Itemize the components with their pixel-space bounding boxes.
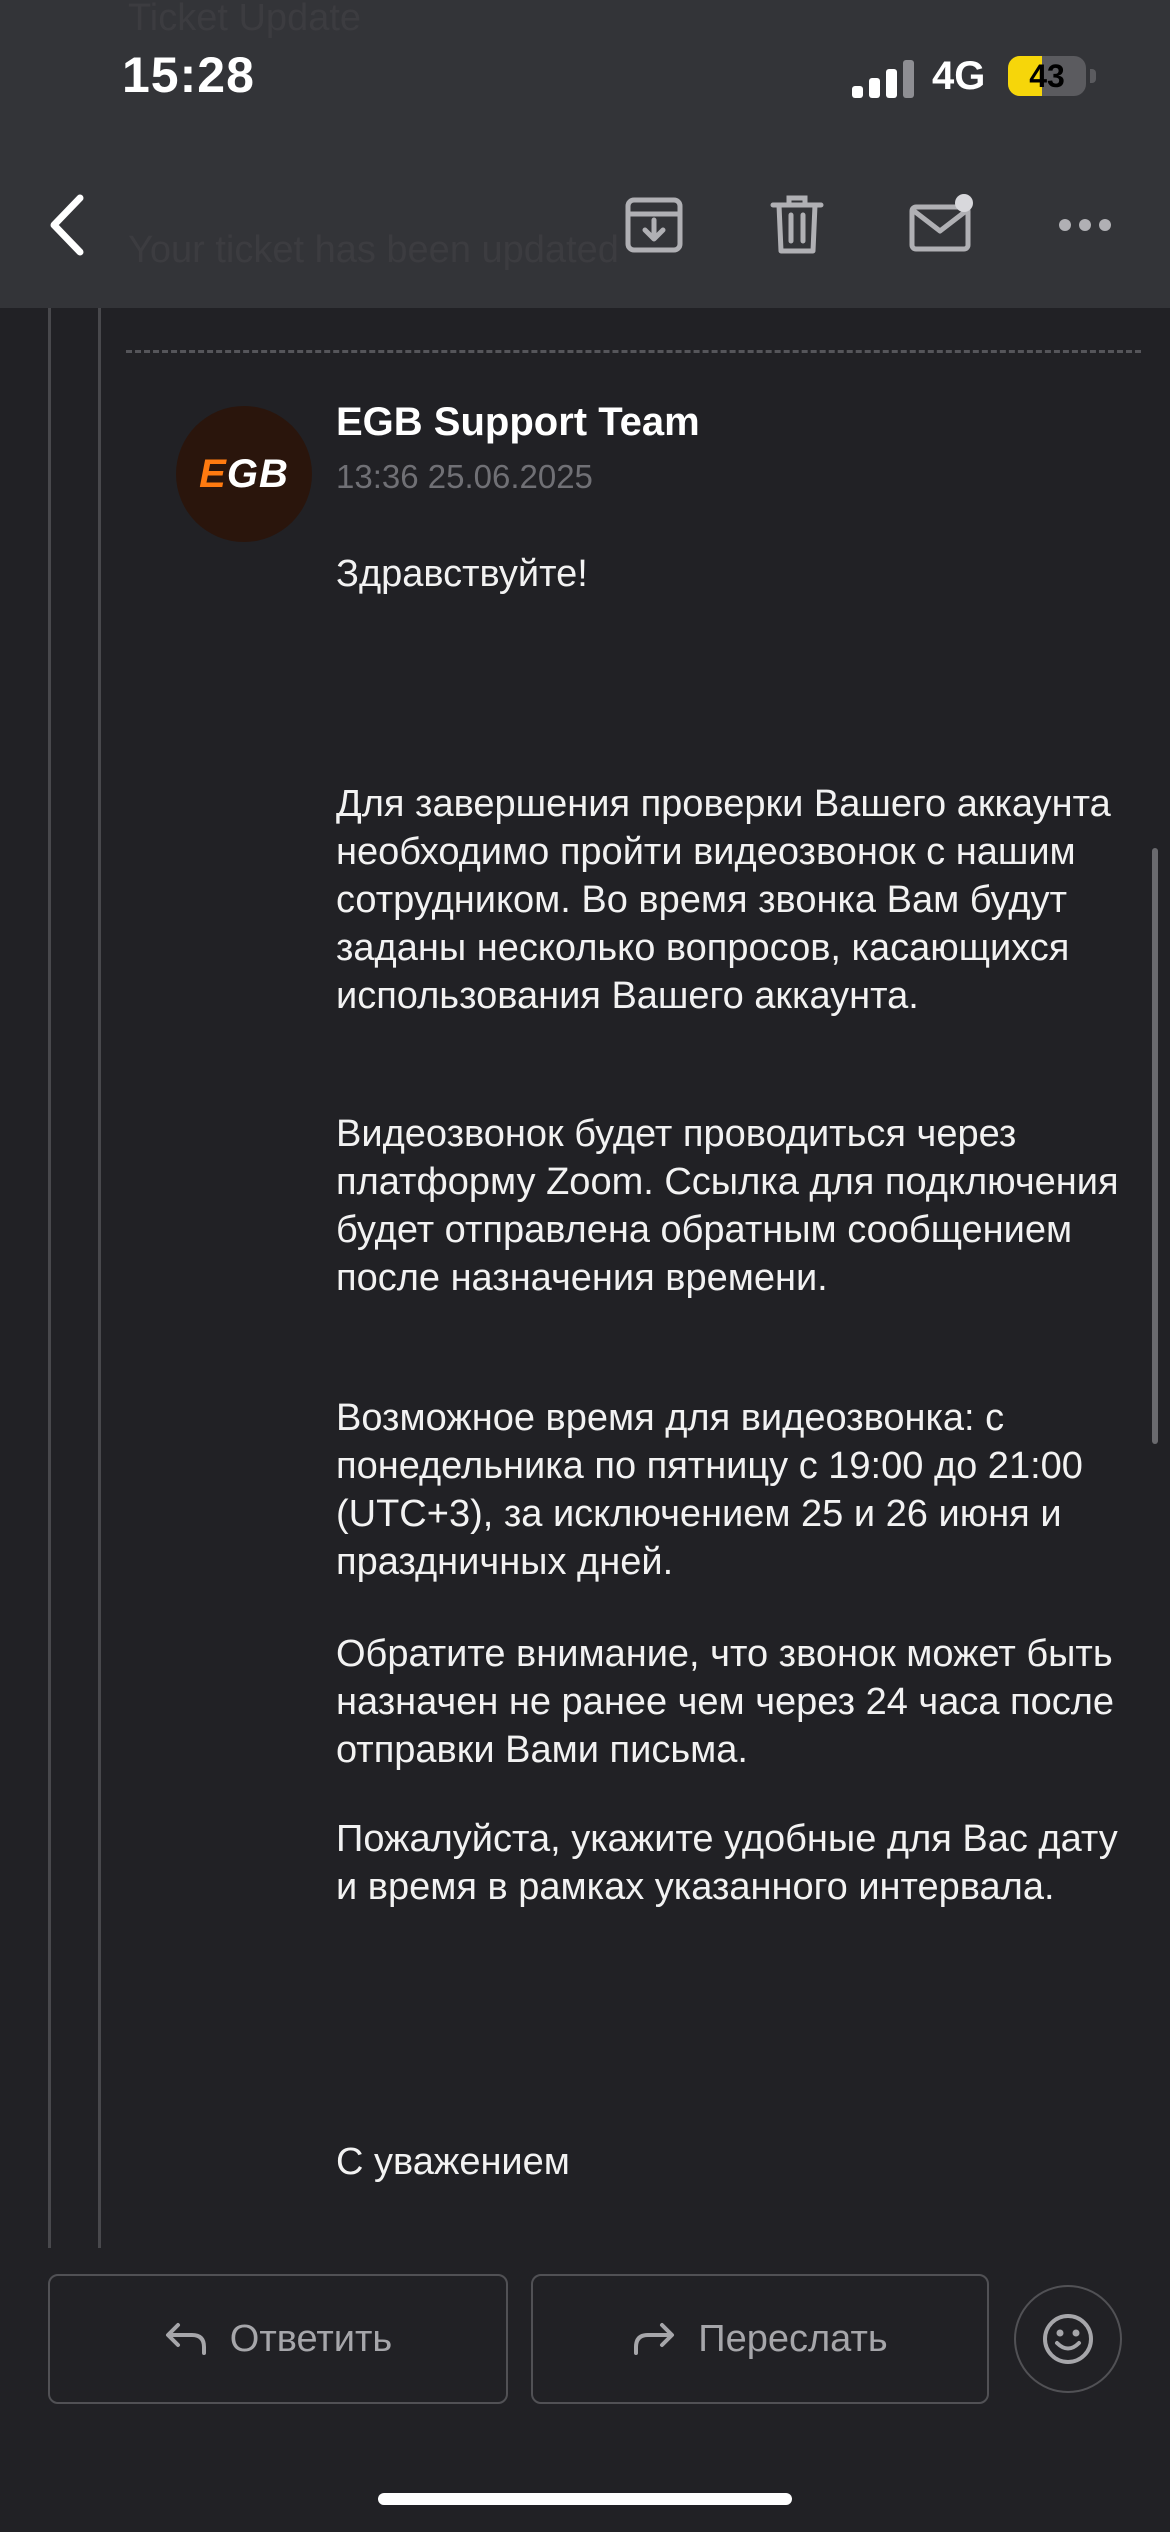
delete-button[interactable] [752,180,842,270]
thread-line-inner [98,308,101,2248]
sender-name[interactable]: EGB Support Team [336,400,700,445]
archive-icon [625,197,683,253]
reply-icon [165,2323,206,2355]
body-paragraph: Видеозвонок будет проводиться через плат… [336,1113,1119,1299]
body-paragraph: Пожалуйста, укажите удобные для Вас дату… [336,1818,1118,1908]
avatar: EGB [176,406,312,542]
status-time: 15:28 [122,47,255,103]
message-date: 13:36 25.06.2025 [336,458,593,495]
battery-tip [1090,69,1096,83]
mail-unread-icon [909,194,973,252]
reaction-button[interactable] [1014,2285,1122,2393]
body-paragraph: Для завершения проверки Вашего аккаунта … [336,783,1111,1017]
home-indicator[interactable] [378,2493,792,2505]
trash-icon [770,195,824,254]
cellular-signal-icon [852,58,916,98]
forward-label: Переслать [698,2317,888,2360]
navigation-header: Ticket Update Your ticket has been updat… [0,0,1170,308]
email-screen: Ticket Update Your ticket has been updat… [0,0,1170,2532]
forward-button[interactable]: Переслать [531,2274,989,2404]
thread-line-outer [48,308,51,2248]
background-subject-text: Ticket Update [128,0,362,39]
more-button[interactable] [1040,180,1130,270]
message-divider [126,350,1141,353]
chevron-left-icon [50,194,84,256]
scrollbar[interactable] [1152,848,1158,1444]
egb-logo: EGB [199,451,289,496]
more-icon [1059,219,1111,231]
signature-text: С уважением [336,2141,570,2183]
body-paragraph: Здравствуйте! [336,553,588,595]
smiley-icon [1043,2314,1093,2364]
body-paragraph: Обратите внимание, что звонок может быть… [336,1633,1115,1771]
reply-button[interactable]: Ответить [48,2274,508,2404]
reply-label: Ответить [229,2317,393,2360]
battery-icon: 43 [1008,56,1086,96]
background-preview-text: Your ticket has been updated [128,229,619,271]
forward-icon [634,2323,675,2355]
archive-button[interactable] [609,180,699,270]
battery-level: 43 [1029,58,1065,94]
mark-unread-button[interactable] [897,180,987,270]
back-button[interactable] [22,180,112,270]
body-paragraph: Возможное время для видеозвонка: с понед… [336,1397,1083,1583]
network-type: 4G [932,54,986,98]
